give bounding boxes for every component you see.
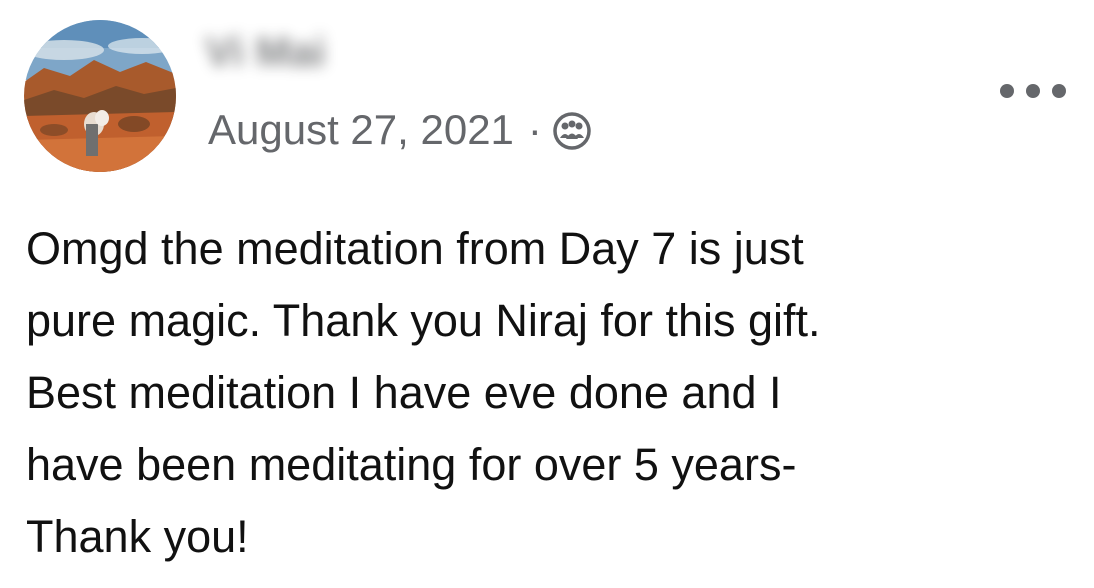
more-options-icon[interactable] bbox=[1000, 76, 1066, 106]
post-text-line: pure magic. Thank you Niraj for this gif… bbox=[26, 295, 821, 346]
post-meta: August 27, 2021 · bbox=[208, 106, 592, 154]
friends-icon[interactable] bbox=[552, 111, 592, 151]
post-date[interactable]: August 27, 2021 bbox=[208, 106, 514, 154]
facebook-post: Vi Mai August 27, 2021 · Omgd the medita… bbox=[0, 0, 1094, 588]
post-text-line: have been meditating for over 5 years- bbox=[26, 439, 797, 490]
post-text-line: Best meditation I have eve done and I bbox=[26, 367, 782, 418]
more-dot bbox=[1000, 84, 1014, 98]
post-text-line: Thank you! bbox=[26, 511, 249, 562]
avatar-photo bbox=[24, 20, 176, 172]
more-dot bbox=[1052, 84, 1066, 98]
post-body: Omgd the meditation from Day 7 is just p… bbox=[26, 213, 1086, 573]
post-text-line: Omgd the meditation from Day 7 is just bbox=[26, 223, 804, 274]
avatar[interactable] bbox=[24, 20, 176, 172]
author-name[interactable]: Vi Mai bbox=[205, 28, 326, 76]
more-dot bbox=[1026, 84, 1040, 98]
meta-separator: · bbox=[527, 106, 542, 153]
